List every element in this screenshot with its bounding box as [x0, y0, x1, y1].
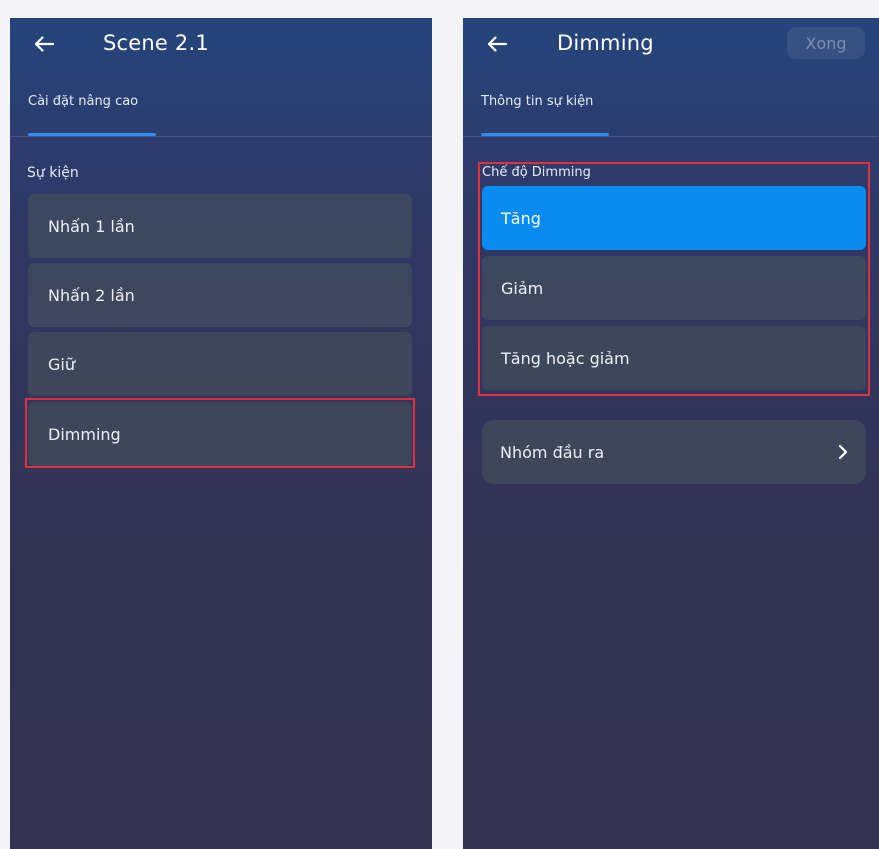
dimming-option-label: Tăng: [501, 208, 541, 228]
event-item-label: Dimming: [48, 424, 121, 444]
output-group-row[interactable]: Nhóm đầu ra: [482, 420, 866, 484]
tab-divider: [463, 136, 879, 137]
scene-header: Scene 2.1: [10, 18, 432, 74]
dimming-option-label: Giảm: [501, 278, 544, 298]
event-item-press-once[interactable]: Nhấn 1 lần: [28, 194, 412, 258]
back-button[interactable]: [30, 30, 58, 58]
back-button[interactable]: [483, 30, 511, 58]
dimming-option-decrease[interactable]: Giảm: [482, 256, 866, 320]
dimming-header: Dimming Xong: [463, 18, 879, 74]
scene-screen: Scene 2.1 Cài đặt nâng cao Sự kiện Nhấn …: [10, 18, 432, 849]
event-item-hold[interactable]: Giữ: [28, 332, 412, 396]
arrow-left-icon: [487, 36, 508, 52]
tab-advanced-settings[interactable]: Cài đặt nâng cao: [28, 94, 138, 109]
page-title: Scene 2.1: [103, 31, 209, 55]
section-label-events: Sự kiện: [27, 165, 79, 181]
dimming-screen: Dimming Xong Thông tin sự kiện Chế độ Di…: [463, 18, 879, 849]
event-item-dimming[interactable]: Dimming: [28, 402, 412, 466]
output-group-label: Nhóm đầu ra: [500, 442, 605, 462]
done-button[interactable]: Xong: [787, 27, 865, 59]
page-title: Dimming: [557, 31, 654, 55]
event-item-label: Nhấn 2 lần: [48, 285, 135, 305]
event-item-label: Nhấn 1 lần: [48, 216, 135, 236]
chevron-right-icon: [838, 444, 848, 460]
tab-divider: [10, 136, 432, 137]
dimming-option-increase-or-decrease[interactable]: Tăng hoặc giảm: [482, 326, 866, 390]
event-item-press-twice[interactable]: Nhấn 2 lần: [28, 263, 412, 327]
section-label-dimming-mode: Chế độ Dimming: [482, 165, 591, 180]
event-item-label: Giữ: [48, 354, 75, 374]
dimming-option-increase[interactable]: Tăng: [482, 186, 866, 250]
dimming-option-label: Tăng hoặc giảm: [501, 348, 630, 368]
tab-event-info[interactable]: Thông tin sự kiện: [481, 94, 593, 109]
arrow-left-icon: [34, 36, 55, 52]
